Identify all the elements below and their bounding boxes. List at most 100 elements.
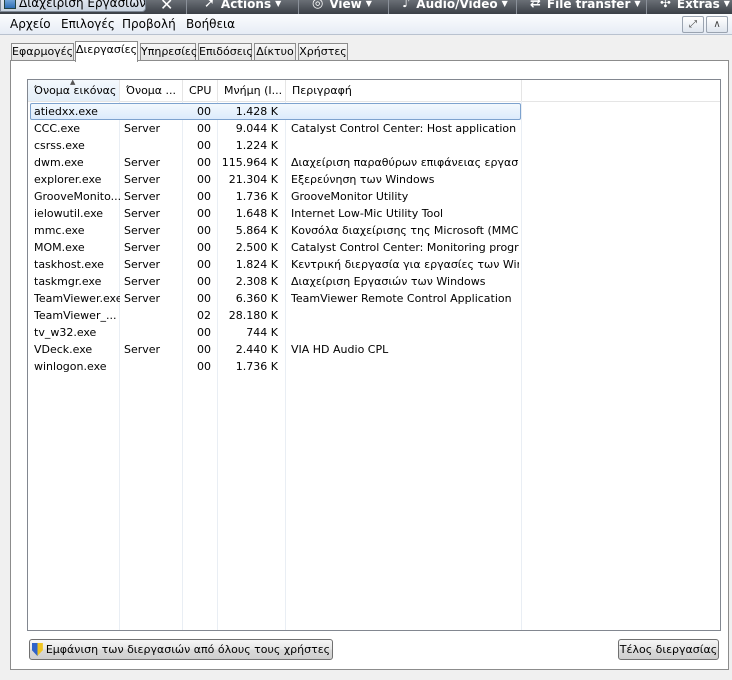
tab-applications[interactable]: Εφαρμογές — [11, 43, 74, 60]
process-cpu: 00 — [197, 224, 211, 237]
table-row[interactable]: MOM.exe Server 00 2.500 K Catalyst Control C… — [28, 239, 720, 256]
chevron-up-icon: ∧ — [713, 19, 721, 30]
table-row[interactable]: atiedxx.exe 00 1.428 K — [28, 103, 720, 120]
chevron-down-icon: ▼ — [723, 0, 730, 8]
process-description: Διαχείριση Εργασιών των Windows — [291, 275, 486, 288]
process-cpu: 00 — [197, 241, 211, 254]
tab-networking[interactable]: Δίκτυο — [254, 43, 296, 60]
process-description: Κονσόλα διαχείρισης της Microsoft (MMC) — [291, 224, 519, 237]
process-memory: 115.964 K — [221, 156, 278, 169]
process-name: explorer.exe — [34, 173, 102, 186]
window-title: Διαχείριση Εργασιών — [19, 0, 146, 10]
process-name: VDeck.exe — [34, 343, 93, 356]
file-transfer-icon: ⇄ — [530, 0, 541, 11]
extras-menu[interactable]: ✣ Extras ▼ — [660, 0, 730, 11]
process-description: Catalyst Control Center: Host applicatio… — [291, 122, 517, 135]
process-cpu: 00 — [197, 258, 211, 271]
table-row[interactable]: mmc.exe Server 00 5.864 K Κονσόλα διαχείριση… — [28, 222, 720, 239]
process-user: Server — [124, 275, 161, 288]
menu-bar: Αρχείο Επιλογές Προβολή Βοήθεια ⤢ ∧ — [0, 14, 732, 35]
process-name: csrss.exe — [34, 139, 85, 152]
process-cpu: 00 — [197, 190, 211, 203]
process-name: taskhost.exe — [34, 258, 104, 271]
extras-icon: ✣ — [660, 0, 671, 11]
process-memory: 2.500 K — [235, 241, 278, 254]
collapse-button[interactable]: ∧ — [706, 16, 728, 33]
process-cpu: 00 — [197, 173, 211, 186]
table-row[interactable]: explorer.exe Server 00 21.304 K Εξερεύνηση τ… — [28, 171, 720, 188]
process-user: Server — [124, 173, 161, 186]
process-cpu: 00 — [197, 343, 211, 356]
table-row[interactable]: taskmgr.exe Server 00 2.308 K Διαχείριση Εργ… — [28, 273, 720, 290]
process-user: Server — [124, 207, 161, 220]
table-row[interactable]: TeamViewer_... 02 28.180 K — [28, 307, 720, 324]
menu-options[interactable]: Επιλογές — [61, 17, 115, 31]
column-header: ▲ Όνομα εικόνας Όνομα ... CPU Μνήμη (Ι..… — [28, 80, 720, 102]
expand-icon: ⤢ — [689, 19, 697, 30]
process-user: Server — [124, 343, 161, 356]
process-name: dwm.exe — [34, 156, 84, 169]
table-row[interactable]: dwm.exe Server 00 115.964 K Διαχείριση παραθ… — [28, 154, 720, 171]
process-description: Κεντρική διεργασία για εργασίες των Wind… — [291, 258, 519, 271]
tab-processes[interactable]: Διεργασίες — [75, 41, 138, 62]
process-description: VIA HD Audio CPL — [291, 343, 389, 356]
uac-shield-icon — [31, 643, 43, 656]
process-name: atiedxx.exe — [34, 105, 98, 118]
tab-performance[interactable]: Επιδόσεις — [198, 43, 253, 60]
table-row[interactable]: tv_w32.exe 00 744 K — [28, 324, 720, 341]
process-description: Εξερεύνηση των Windows — [291, 173, 435, 186]
column-memory[interactable]: Μνήμη (Ι... — [218, 80, 286, 101]
process-description: Catalyst Control Center: Monitoring prog… — [291, 241, 519, 254]
audio-video-menu[interactable]: ♪ Audio/Video ▼ — [402, 0, 508, 11]
table-row[interactable]: CCC.exe Server 00 9.044 K Catalyst Control C… — [28, 120, 720, 137]
process-memory: 6.360 K — [235, 292, 278, 305]
process-name: taskmgr.exe — [34, 275, 102, 288]
column-cpu[interactable]: CPU — [183, 80, 218, 101]
process-cpu: 00 — [197, 207, 211, 220]
view-menu[interactable]: ◎ View ▼ — [312, 0, 372, 11]
process-cpu: 00 — [197, 139, 211, 152]
task-manager-icon — [4, 0, 16, 9]
process-memory: 744 K — [246, 326, 278, 339]
menu-help[interactable]: Βοήθεια — [186, 17, 235, 31]
table-row[interactable]: TeamViewer.exe Server 00 6.360 K TeamViewer … — [28, 290, 720, 307]
chevron-down-icon: ▼ — [275, 0, 282, 8]
process-cpu: 00 — [197, 326, 211, 339]
table-row[interactable]: csrss.exe 00 1.224 K — [28, 137, 720, 154]
table-row[interactable]: ielowutil.exe Server 00 1.648 K Internet Low… — [28, 205, 720, 222]
actions-menu[interactable]: ➚ Actions ▼ — [204, 0, 281, 11]
process-description: TeamViewer Remote Control Application — [291, 292, 512, 305]
chevron-down-icon: ▼ — [501, 0, 508, 8]
table-row[interactable]: taskhost.exe Server 00 1.824 K Κεντρική διερ… — [28, 256, 720, 273]
menu-file[interactable]: Αρχείο — [10, 17, 51, 31]
process-memory: 1.736 K — [235, 360, 278, 373]
file-transfer-menu[interactable]: ⇄ File transfer ▼ — [530, 0, 641, 11]
tab-users[interactable]: Χρήστες — [298, 43, 348, 60]
toolbar-divider — [298, 0, 299, 14]
close-icon[interactable]: ✕ — [160, 0, 173, 14]
toolbar-divider — [516, 0, 517, 14]
toolbar-divider — [646, 0, 647, 14]
tab-services[interactable]: Υπηρεσίες — [140, 43, 197, 60]
end-process-button[interactable]: Τέλος διεργασίας — [618, 639, 719, 660]
column-user-name[interactable]: Όνομα ... — [120, 80, 183, 101]
process-cpu: 00 — [197, 105, 211, 118]
process-user: Server — [124, 224, 161, 237]
sort-up-icon: ▲ — [70, 80, 76, 86]
column-description[interactable]: Περιγραφή — [286, 80, 522, 101]
audio-video-icon: ♪ — [402, 0, 411, 11]
process-cpu: 00 — [197, 292, 211, 305]
table-row[interactable]: GrooveMonito... Server 00 1.736 K GrooveMoni… — [28, 188, 720, 205]
table-row[interactable]: VDeck.exe Server 00 2.440 K VIA HD Audio CPL — [28, 341, 720, 358]
fullscreen-button[interactable]: ⤢ — [682, 16, 704, 33]
process-name: TeamViewer.exe — [34, 292, 120, 305]
process-list[interactable]: ▲ Όνομα εικόνας Όνομα ... CPU Μνήμη (Ι..… — [27, 79, 721, 631]
column-image-name[interactable]: ▲ Όνομα εικόνας — [28, 80, 120, 101]
process-user: Server — [124, 190, 161, 203]
toolbar-divider — [186, 0, 187, 14]
show-all-processes-button[interactable]: Εμφάνιση των διεργασιών από όλους τους χ… — [29, 639, 333, 660]
process-description: GrooveMonitor Utility — [291, 190, 409, 203]
menu-view[interactable]: Προβολή — [122, 17, 176, 31]
table-row[interactable]: winlogon.exe 00 1.736 K — [28, 358, 720, 375]
process-cpu: 02 — [197, 309, 211, 322]
